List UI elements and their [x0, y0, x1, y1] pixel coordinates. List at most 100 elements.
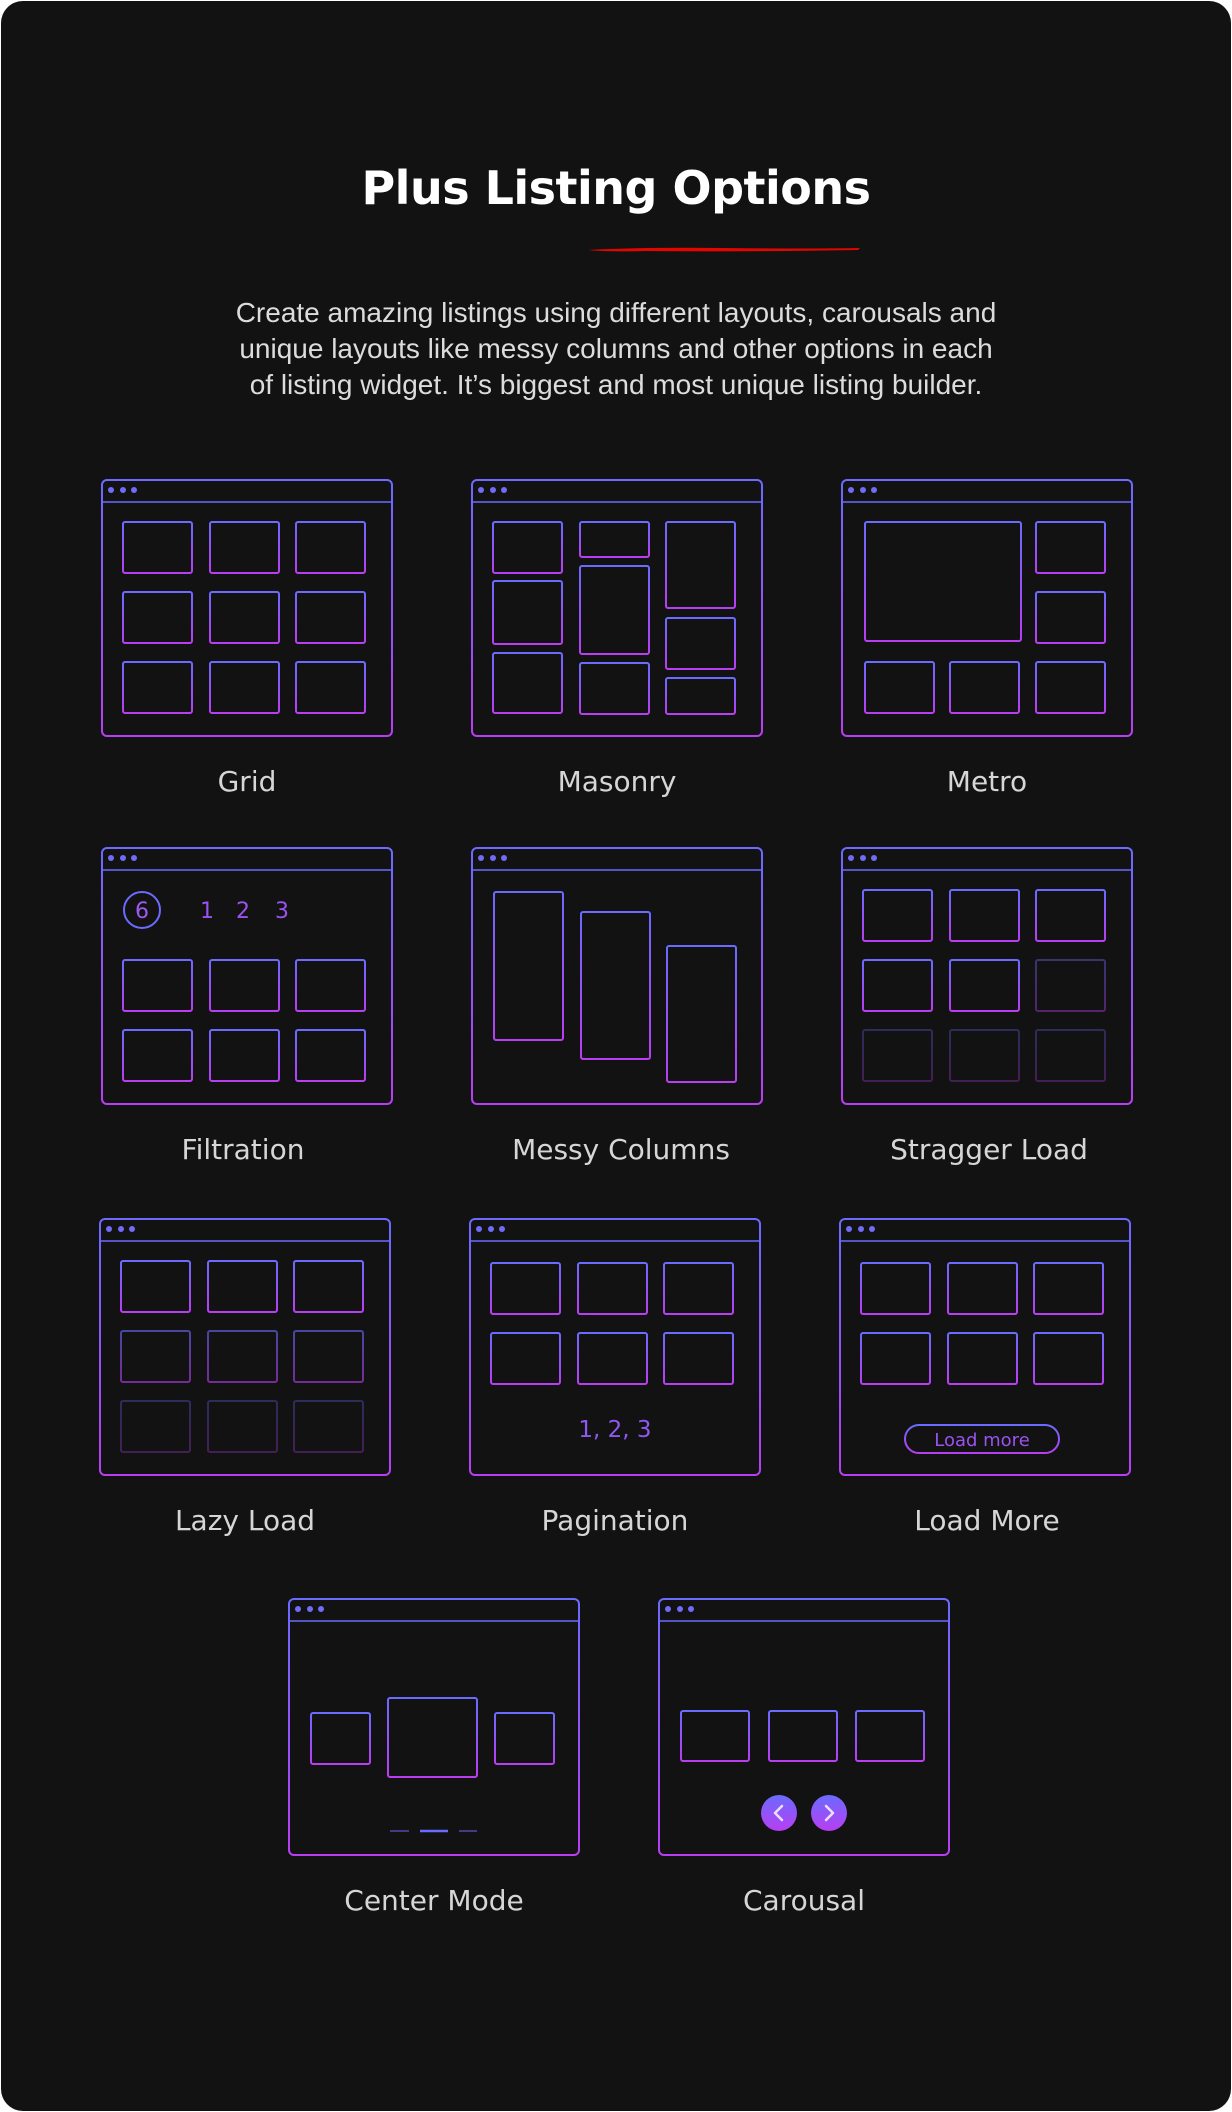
listing-item: [122, 521, 193, 574]
listing-item: [295, 591, 366, 644]
window-dot-icon: [501, 855, 507, 861]
listing-item: [293, 1330, 364, 1383]
lazy-load-layout-icon: [99, 1218, 391, 1476]
window-dot-icon: [677, 1606, 683, 1612]
window-dot-icon: [129, 1226, 135, 1232]
listing-option-metro[interactable]: Metro: [841, 479, 1133, 798]
window-frame: [288, 1598, 580, 1856]
filter-tab[interactable]: 1: [200, 899, 214, 924]
window-frame: [841, 847, 1133, 1105]
listing-option-grid[interactable]: Grid: [101, 479, 393, 798]
listing-item: [120, 1400, 191, 1453]
window-dot-icon: [318, 1606, 324, 1612]
carousel-prev-button[interactable]: [761, 1795, 797, 1831]
listing-item: [122, 1029, 193, 1082]
listing-item: [768, 1710, 838, 1762]
window-dot-icon: [846, 1226, 852, 1232]
window-dot-icon: [501, 487, 507, 493]
masonry-layout-icon: [471, 479, 763, 737]
window-frame: [471, 847, 763, 1105]
listing-option-label: Filtration: [181, 1133, 305, 1166]
listing-option-lazy[interactable]: Lazy Load: [99, 1218, 391, 1537]
listing-item: [295, 521, 366, 574]
listing-option-loadmore[interactable]: Load more Load More: [839, 1218, 1131, 1537]
listing-item: [492, 521, 563, 574]
listing-item: [1035, 959, 1106, 1012]
listing-options-section: Plus Listing Options Create amazing list…: [1, 1, 1231, 2111]
title-underline: [588, 247, 860, 252]
listing-item: [860, 1262, 931, 1315]
window-dot-icon: [858, 1226, 864, 1232]
listing-option-label: Stragger Load: [890, 1133, 1088, 1166]
listing-option-label: Load More: [914, 1504, 1060, 1537]
listing-option-label: Pagination: [541, 1504, 689, 1537]
listing-item: [577, 1262, 648, 1315]
listing-option-stagger[interactable]: Stragger Load: [841, 847, 1133, 1166]
listing-option-label: Carousal: [742, 1884, 865, 1917]
listing-option-messy[interactable]: Messy Columns: [471, 847, 763, 1166]
listing-item: [864, 661, 935, 714]
listing-option-label: Metro: [946, 765, 1028, 798]
listing-item: [122, 959, 193, 1012]
window-dot-icon: [118, 1226, 124, 1232]
listing-item: [579, 521, 650, 558]
carousel-next-button[interactable]: [811, 1795, 847, 1831]
stagger-load-layout-icon: [841, 847, 1133, 1105]
section-title: Plus Listing Options: [361, 161, 871, 215]
filtration-layout-icon: 6 123: [101, 847, 393, 1105]
listing-item: [864, 521, 1022, 642]
listing-item: [680, 1710, 750, 1762]
listing-item: [663, 1262, 734, 1315]
listing-item: [1035, 591, 1106, 644]
listing-option-carousal[interactable]: Carousal: [658, 1598, 950, 1917]
window-dot-icon: [108, 487, 114, 493]
filter-tab[interactable]: 3: [275, 899, 289, 924]
listing-item: [579, 565, 650, 655]
metro-layout-icon: [841, 479, 1133, 737]
pagination-layout-icon: 1, 2, 3: [469, 1218, 761, 1476]
carousal-layout-icon: [658, 1598, 950, 1856]
listing-option-filtration[interactable]: 6 1 2 3 Filtration: [101, 847, 393, 1166]
listing-option-masonry[interactable]: Masonry: [471, 479, 763, 798]
window-dot-icon: [488, 1226, 494, 1232]
window-frame: [658, 1598, 950, 1856]
listing-item: [663, 1332, 734, 1385]
window-dot-icon: [860, 487, 866, 493]
listing-item: [579, 662, 650, 715]
window-dot-icon: [665, 1606, 671, 1612]
listing-item: [387, 1697, 478, 1778]
listing-option-center[interactable]: Center Mode: [288, 1598, 580, 1917]
listing-item: [209, 591, 280, 644]
listing-item: [949, 889, 1020, 942]
listing-item: [492, 580, 563, 645]
window-dot-icon: [131, 487, 137, 493]
listing-item: [295, 661, 366, 714]
load-more-button[interactable]: Load more: [904, 1424, 1060, 1454]
listing-item: [580, 911, 651, 1060]
listing-option-label: Masonry: [557, 765, 677, 798]
listing-item: [862, 959, 933, 1012]
window-dot-icon: [848, 855, 854, 861]
listing-item: [949, 959, 1020, 1012]
listing-item: [295, 1029, 366, 1082]
listing-item: [665, 617, 736, 670]
listing-option-pagination[interactable]: 1, 2, 3 Pagination: [469, 1218, 761, 1537]
filter-tab[interactable]: 2: [236, 899, 250, 924]
listing-option-label: Center Mode: [344, 1884, 524, 1917]
description-line: unique layouts like messy columns and ot…: [239, 333, 993, 364]
listing-item: [666, 945, 737, 1083]
load-more-label: Load more: [934, 1430, 1030, 1451]
listing-item: [207, 1330, 278, 1383]
listing-option-label: Lazy Load: [174, 1504, 316, 1537]
pagination-numbers[interactable]: 1, 2, 3: [578, 1417, 651, 1443]
center-mode-layout-icon: [288, 1598, 580, 1856]
listing-item: [860, 1332, 931, 1385]
listing-item: [209, 1029, 280, 1082]
listing-item: [1035, 521, 1106, 574]
filter-bar: 6 123: [123, 891, 289, 929]
listing-item: [209, 661, 280, 714]
window-dot-icon: [307, 1606, 313, 1612]
listing-item: [490, 1332, 561, 1385]
window-dot-icon: [295, 1606, 301, 1612]
listing-option-label: Messy Columns: [512, 1133, 730, 1166]
